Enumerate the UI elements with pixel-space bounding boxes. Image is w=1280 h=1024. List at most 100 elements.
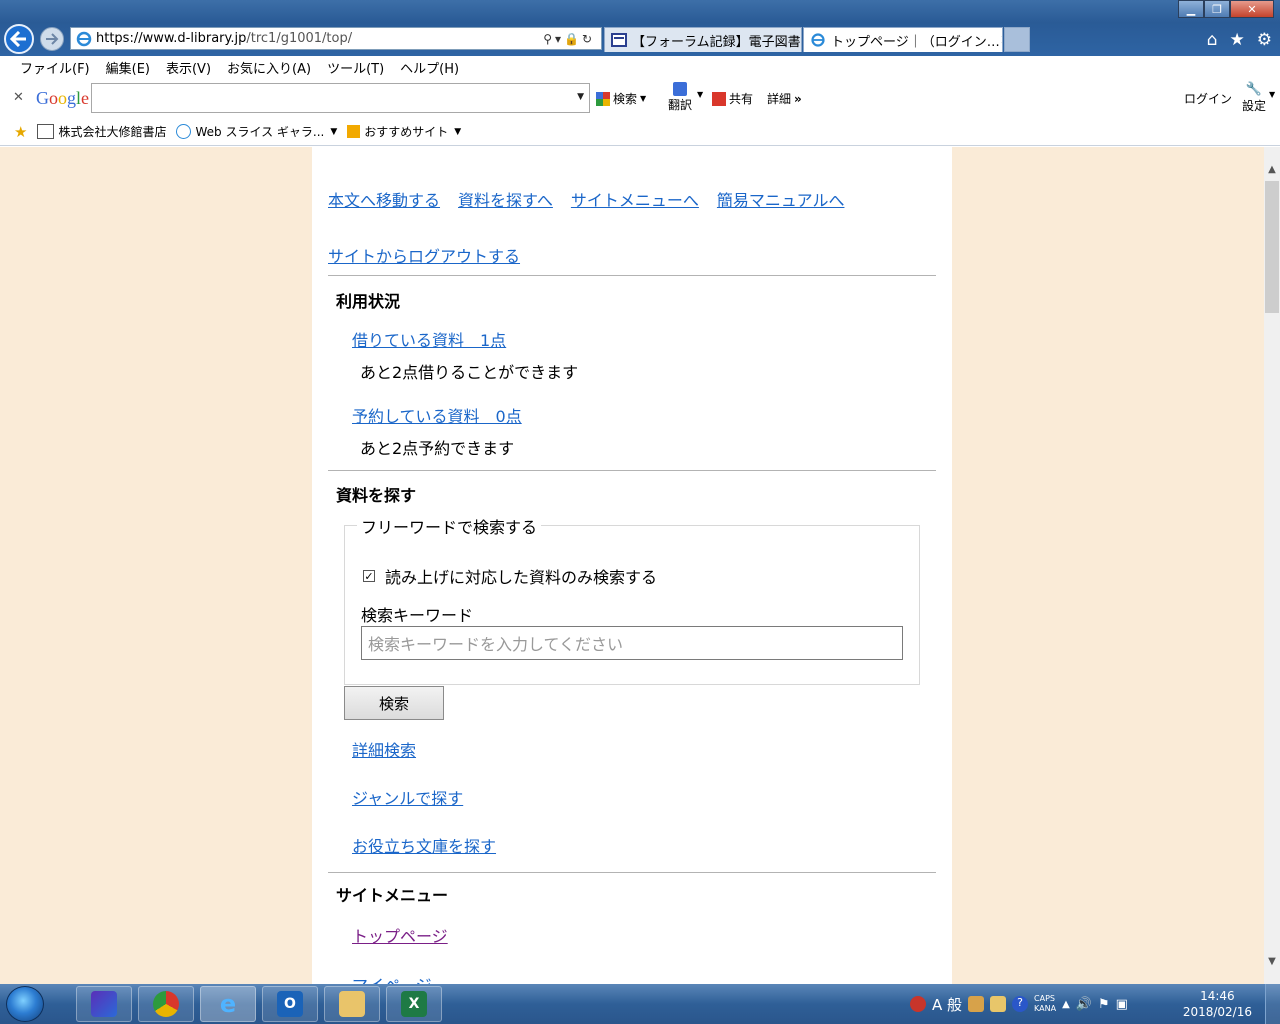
taskbar-clock[interactable]: 14:46 2018/02/16	[1183, 988, 1252, 1020]
skip-to-site-menu-link[interactable]: サイトメニューへ	[571, 191, 699, 210]
reserved-items-link[interactable]: 予約している資料 0点	[352, 403, 522, 427]
keyword-label: 検索キーワード	[361, 606, 474, 625]
clock-time: 14:46	[1200, 989, 1235, 1003]
ime-mode-indicator[interactable]: A 般	[932, 994, 962, 1015]
fav-web-slice-gallery[interactable]: Web スライス ギャラ... ▼	[176, 123, 337, 140]
google-search-button[interactable]: 検索 ▼	[596, 90, 646, 107]
keyword-input[interactable]: 検索キーワードを入力してください	[361, 626, 903, 660]
outlook-icon: O	[277, 991, 303, 1017]
toolbar-close-icon[interactable]: ✕	[13, 90, 24, 105]
skip-to-manual-link[interactable]: 簡易マニュアルへ	[717, 191, 845, 210]
volume-icon[interactable]: 🔊	[1076, 997, 1092, 1012]
search-label: 検索	[613, 92, 638, 106]
gear-icon[interactable]: ⚙	[1257, 30, 1272, 50]
taskbar-explorer[interactable]	[324, 986, 380, 1022]
address-tools-icons[interactable]: ⚲▾🔒↻	[543, 32, 595, 46]
usage-heading: 利用状況	[336, 292, 401, 311]
read-aloud-checkbox[interactable]: ✓	[363, 570, 375, 582]
show-hidden-icons[interactable]: ▲	[1062, 999, 1070, 1010]
logout-link[interactable]: サイトからログアウトする	[328, 243, 520, 267]
close-window-button[interactable]: ✕	[1230, 0, 1274, 18]
more-button[interactable]: 詳細»	[767, 90, 802, 107]
google-login-button[interactable]: ログイン	[1184, 90, 1232, 107]
menu-edit[interactable]: 編集(E)	[106, 58, 150, 77]
ie-page-icon	[176, 124, 192, 139]
help-icon[interactable]: ?	[1012, 996, 1029, 1012]
caps-kana-indicator: CAPS KANA	[1034, 994, 1056, 1014]
favorites-star-icon[interactable]: ★	[1230, 30, 1245, 50]
tab-close-icon[interactable]: ×	[1000, 32, 1002, 48]
start-button[interactable]	[6, 986, 44, 1022]
site-menu-my-page-link[interactable]: マイページ	[352, 972, 432, 984]
menu-tools[interactable]: ツール(T)	[327, 58, 384, 77]
favorites-star-icon[interactable]: ★	[14, 123, 27, 141]
network-icon[interactable]: ▣	[1116, 997, 1128, 1012]
scroll-down-icon[interactable]: ▼	[1264, 953, 1280, 970]
chevron-down-icon: ▼	[330, 126, 338, 137]
read-aloud-checkbox-row[interactable]: ✓ 読み上げに対応した資料のみ検索する	[363, 564, 657, 588]
tab-top-page[interactable]: トップページ｜（ログイン… ×	[803, 27, 1003, 52]
book-icon	[37, 124, 55, 139]
skip-to-search-link[interactable]: 資料を探すへ	[458, 191, 553, 210]
antivirus-icon[interactable]	[910, 996, 926, 1012]
site-menu-top-page-link[interactable]: トップページ	[352, 923, 448, 947]
page-icon	[611, 33, 627, 47]
chevron-down-icon[interactable]: ▼	[697, 90, 703, 99]
library-page: 本文へ移動する 資料を探すへ サイトメニューへ 簡易マニュアルへ サイトからログアウト…	[312, 147, 952, 984]
scrollbar-thumb[interactable]	[1265, 181, 1279, 313]
advanced-search-link[interactable]: 詳細検索	[352, 737, 416, 761]
settings-button[interactable]: 🔧 設定	[1242, 82, 1266, 114]
search-button[interactable]: 検索	[344, 686, 444, 720]
menu-favorites[interactable]: お気に入り(A)	[227, 58, 311, 77]
ime-tool-icon-2[interactable]	[990, 996, 1007, 1012]
genre-search-link[interactable]: ジャンルで探す	[352, 785, 463, 809]
bing-icon	[347, 125, 361, 138]
action-center-icon[interactable]: ⚑	[1098, 997, 1110, 1012]
free-word-legend: フリーワードで検索する	[357, 514, 542, 538]
maximize-button[interactable]: ❐	[1204, 0, 1230, 18]
wrench-icon: 🔧	[1245, 82, 1263, 97]
taskbar-excel[interactable]: X	[386, 986, 442, 1022]
ime-tool-icon[interactable]	[968, 996, 985, 1012]
taskbar-internet-explorer[interactable]: e	[200, 986, 256, 1022]
fav-taishukan[interactable]: 株式会社大修館書店	[37, 123, 166, 140]
google-search-input[interactable]: ▼	[91, 83, 590, 113]
menu-view[interactable]: 表示(V)	[166, 58, 211, 77]
address-path: /trc1/g1001/top/	[246, 31, 353, 46]
address-bar[interactable]: https://www.d-library.jp/trc1/g1001/top/…	[70, 27, 602, 50]
ie-page-icon	[811, 33, 825, 47]
share-button[interactable]: 共有	[712, 90, 753, 107]
taskbar-outlook[interactable]: O	[262, 986, 318, 1022]
scroll-up-icon[interactable]: ▲	[1264, 161, 1280, 178]
read-aloud-checkbox-label[interactable]: 読み上げに対応した資料のみ検索する	[385, 564, 657, 588]
back-button[interactable]	[4, 24, 34, 54]
menu-help[interactable]: ヘルプ(H)	[400, 58, 459, 77]
site-menu-heading: サイトメニュー	[336, 886, 449, 905]
share-label: 共有	[729, 92, 754, 106]
tab-label: 【フォーラム記録】電子図書…	[632, 34, 802, 50]
google-plus-icon	[712, 91, 726, 106]
divider	[328, 470, 936, 471]
fav-suggested-sites[interactable]: おすすめサイト ▼	[347, 123, 461, 140]
kana-label: KANA	[1034, 1004, 1057, 1013]
fav-label: Web スライス ギャラ...	[195, 125, 325, 139]
minimize-button[interactable]: ▁	[1178, 0, 1204, 18]
useful-library-link[interactable]: お役立ち文庫を探す	[352, 833, 496, 857]
borrowed-items-link[interactable]: 借りている資料 1点	[352, 327, 506, 351]
dropdown-arrow-icon[interactable]: ▼	[577, 92, 584, 102]
translate-button[interactable]: 翻訳	[668, 82, 692, 113]
forward-button[interactable]	[40, 27, 64, 51]
translate-label: 翻訳	[668, 98, 693, 112]
show-desktop-button[interactable]	[1265, 984, 1280, 1024]
menu-file[interactable]: ファイル(F)	[20, 58, 90, 77]
taskbar-chrome[interactable]	[138, 986, 194, 1022]
home-icon[interactable]: ⌂	[1207, 30, 1218, 50]
vertical-scrollbar[interactable]: ▲ ▼	[1264, 147, 1280, 984]
taskbar-app-1[interactable]	[76, 986, 132, 1022]
skip-to-main-link[interactable]: 本文へ移動する	[328, 191, 440, 210]
tab-forum-record[interactable]: 【フォーラム記録】電子図書…	[604, 27, 802, 52]
back-arrow-icon	[10, 31, 26, 47]
chevron-down-icon[interactable]: ▼	[1269, 90, 1275, 99]
chrome-icon	[153, 991, 179, 1017]
new-tab-button[interactable]	[1004, 27, 1030, 52]
